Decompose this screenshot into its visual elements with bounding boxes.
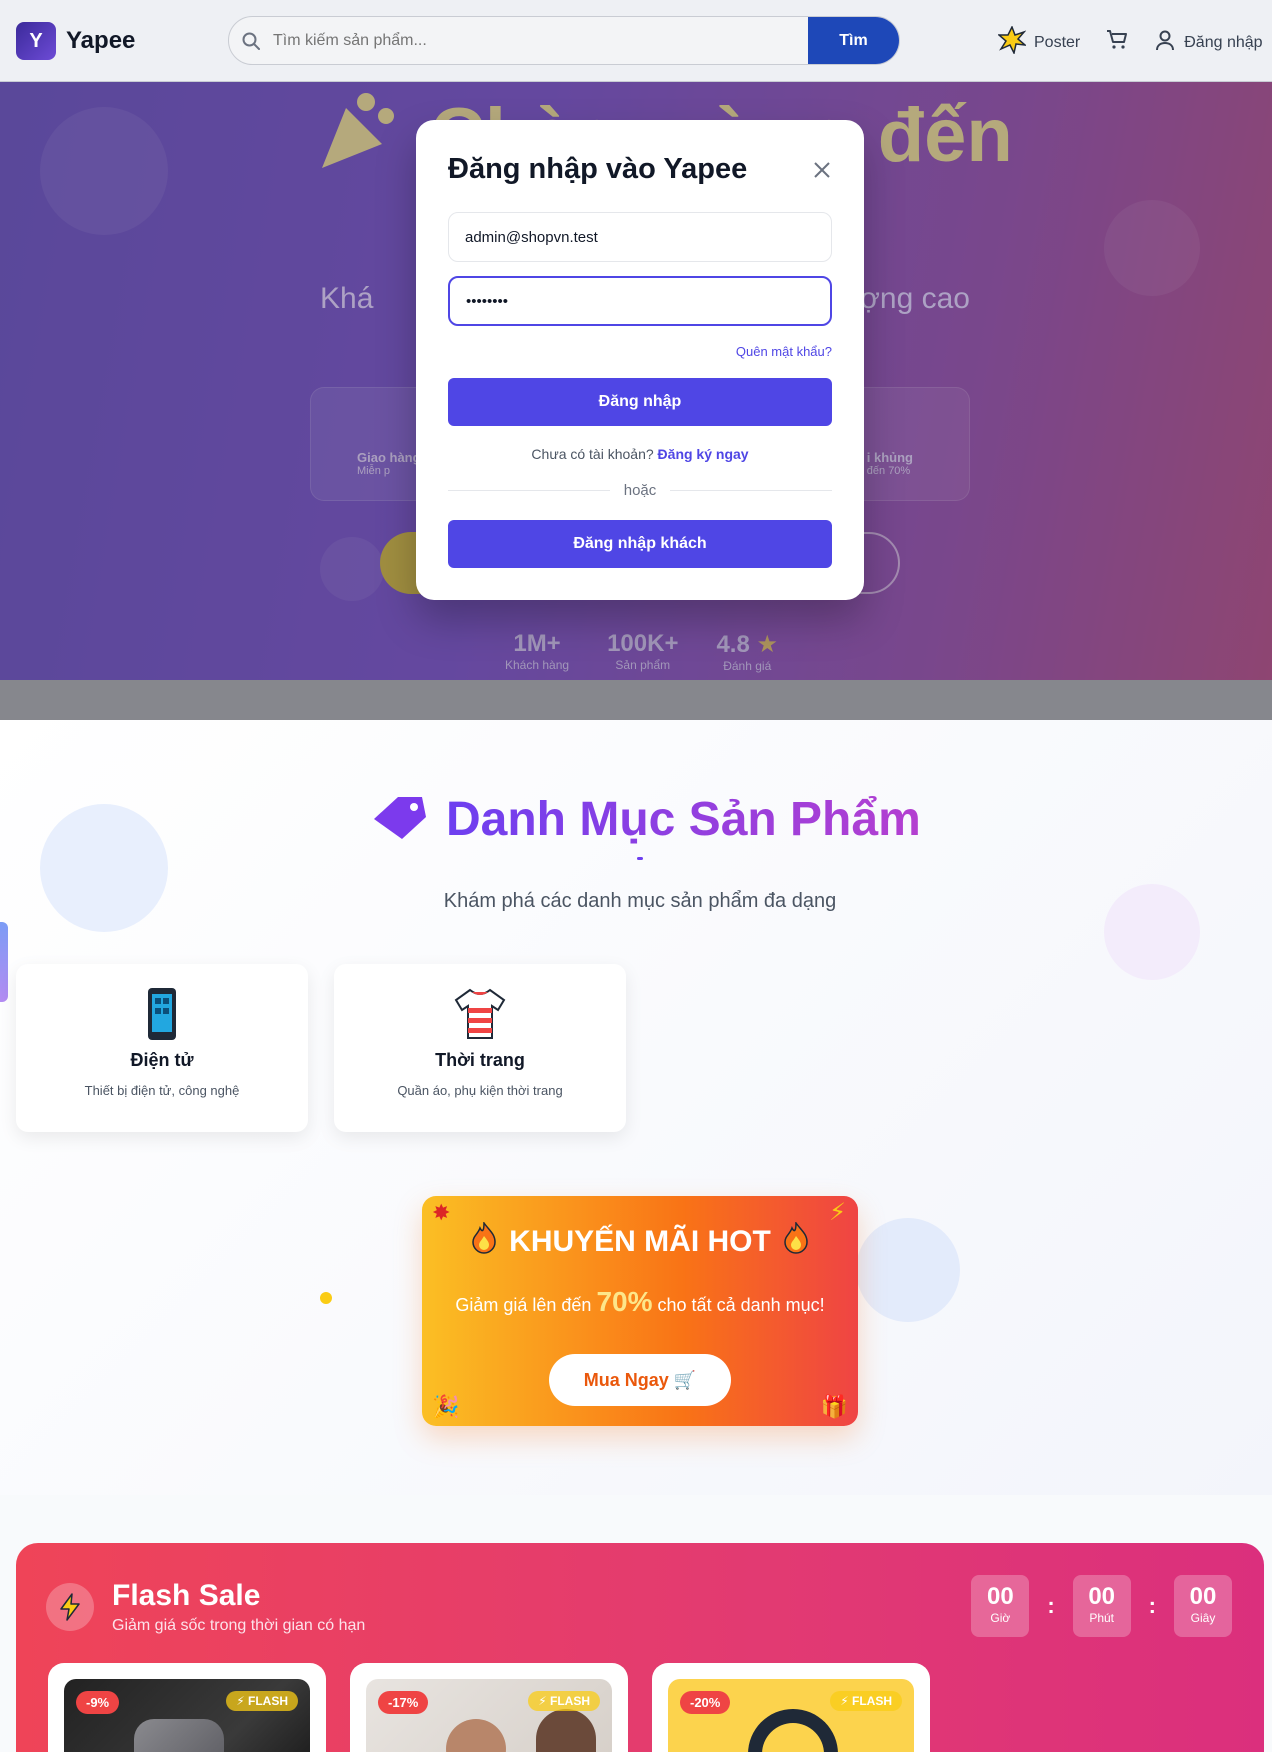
product-image: -9% ⚡ FLASH [64,1679,310,1752]
header-actions: Poster Đăng nhập [996,25,1263,59]
promo-text-after: cho tất cả danh mục! [657,1295,825,1315]
title-underline-dot [637,857,643,860]
party-popper-icon: 🎉 [432,1394,460,1419]
timer-label: Phút [1089,1611,1115,1625]
discount-badge: -17% [378,1691,429,1714]
poster-link[interactable]: Poster [996,25,1081,59]
flash-badge: ⚡ FLASH [528,1691,600,1711]
shirt-icon [452,986,508,1042]
flash-sale-subtitle: Giảm giá sốc trong thời gian có hạn [112,1617,366,1634]
buy-now-label: Mua Ngay [583,1369,669,1390]
discount-badge: -20% [680,1691,731,1714]
login-button[interactable]: Đăng nhập [448,378,832,426]
starburst-icon [996,25,1028,59]
tag-icon [372,793,428,846]
top-header: Y Yapee Tìm Poster Đăng nhập [0,0,1272,82]
modal-title: Đăng nhập vào Yapee [448,153,748,185]
login-modal: Đăng nhập vào Yapee Quên mật khẩu? Đăng … [416,120,864,600]
timer-label: Giờ [990,1611,1011,1625]
category-card-electronics[interactable]: Điện tử Thiết bị điện tử, công nghệ [16,964,308,1132]
headphones-shape [748,1709,838,1752]
cart-icon: 🛒 [673,1369,697,1390]
cart-button[interactable] [1106,29,1128,56]
timer-separator: : [1047,1593,1055,1618]
timer-label: Giây [1190,1611,1216,1625]
promo-percent: 70% [596,1286,653,1317]
timer-seconds: 00 Giây [1174,1575,1232,1637]
flash-badge-label: FLASH [550,1694,590,1708]
flash-sale-title: Flash Sale [112,1579,261,1612]
category-name: Điện tử [130,1050,194,1070]
categories-title-text: Danh Mục Sản Phẩm [446,793,921,846]
user-icon [1154,29,1176,56]
lightning-icon [46,1583,94,1631]
phone-camera-shape [134,1719,224,1752]
product-card[interactable]: -9% ⚡ FLASH [48,1663,326,1752]
promo-banner: ✸ ⚡ KHUYẾN MÃI HOT Giảm giá lên đến 70% … [422,1196,858,1426]
cart-icon [1106,29,1128,56]
phone-icon [134,986,190,1042]
category-desc: Thiết bị điện tử, công nghệ [84,1083,240,1098]
product-image: -20% ⚡ FLASH [668,1679,914,1752]
category-name: Thời trang [435,1050,525,1070]
side-tab[interactable] [0,922,8,1002]
no-account-text: Chưa có tài khoản? [531,446,654,462]
discount-badge: -9% [76,1691,120,1714]
decor-bubble [856,1218,960,1322]
timer-value: 00 [1088,1583,1116,1610]
flash-badge: ⚡ FLASH [830,1691,902,1711]
promo-title: KHUYẾN MÃI HOT [422,1220,858,1262]
timer-value: 00 [1189,1583,1217,1610]
flash-sale-section: Flash Sale Giảm giá sốc trong thời gian … [16,1543,1264,1752]
divider-line [670,490,832,491]
flash-badge-label: FLASH [852,1694,892,1708]
signup-prompt: Chưa có tài khoản? Đăng ký ngay [416,446,864,462]
brand-name: Yapee [66,27,136,54]
timer-minutes: 00 Phút [1072,1575,1131,1637]
categories-section: Danh Mục Sản Phẩm Khám phá các danh mục … [0,720,1272,1495]
timer-hours: 00 Giờ [971,1575,1030,1637]
product-image: -17% ⚡ FLASH [366,1679,612,1752]
search-bar: Tìm [228,16,900,65]
or-label: hoặc [623,482,657,499]
search-button[interactable]: Tìm [808,17,899,64]
gift-icon: 🎁 [820,1394,848,1419]
person-shape [536,1709,596,1752]
logo[interactable]: Y Yapee [16,22,135,60]
category-card-fashion[interactable]: Thời trang Quần áo, phụ kiện thời trang [334,964,626,1132]
login-link[interactable]: Đăng nhập [1154,29,1263,56]
or-divider: hoặc [448,482,832,499]
password-field[interactable] [448,276,832,326]
timer-value: 00 [986,1583,1014,1610]
categories-title: Danh Mục Sản Phẩm [372,792,921,847]
logo-mark: Y [16,22,56,60]
poster-label: Poster [1034,33,1081,51]
product-card[interactable]: -20% ⚡ FLASH [652,1663,930,1752]
buy-now-button[interactable]: Mua Ngay 🛒 [549,1354,731,1406]
promo-title-text: KHUYẾN MÃI HOT [509,1225,771,1258]
search-icon [229,31,273,51]
timer-separator: : [1148,1593,1156,1618]
fire-icon [471,1220,497,1262]
fire-icon [783,1220,809,1262]
flash-badge-label: FLASH [248,1694,288,1708]
signup-link[interactable]: Đăng ký ngay [658,446,749,462]
forgot-password-link[interactable]: Quên mật khẩu? [736,344,832,359]
search-input[interactable] [273,17,808,64]
decor-dot [320,1292,332,1304]
product-card[interactable]: -17% ⚡ FLASH [350,1663,628,1752]
divider-line [448,490,610,491]
email-field[interactable] [448,212,832,262]
categories-subtitle: Khám phá các danh mục sản phẩm đa dạng [443,890,837,912]
flash-badge: ⚡ FLASH [226,1691,298,1711]
login-label: Đăng nhập [1184,33,1263,51]
countdown-timer: 00 Giờ : 00 Phút : 00 Giây [971,1575,1232,1637]
close-icon[interactable] [810,158,834,182]
person-shape [446,1719,506,1752]
promo-text: Giảm giá lên đến 70% cho tất cả danh mục… [422,1286,858,1318]
guest-login-button[interactable]: Đăng nhập khách [448,520,832,568]
category-desc: Quần áo, phụ kiện thời trang [397,1083,563,1098]
promo-text-before: Giảm giá lên đến [455,1295,592,1315]
